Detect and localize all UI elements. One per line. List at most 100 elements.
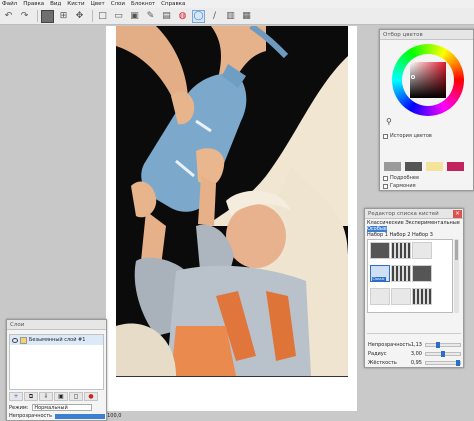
merge-layer-button[interactable]: ⇩: [39, 392, 53, 401]
hue-wheel[interactable]: [392, 44, 464, 116]
opacity-slider[interactable]: [425, 342, 461, 348]
menu-notepad[interactable]: Блокнот: [131, 0, 155, 8]
lasso-icon[interactable]: ∕: [208, 10, 221, 23]
canvas-border-line: [116, 376, 348, 377]
layer-opacity-row: Непрозрачность 100,0: [9, 413, 121, 419]
brush-list-panel: Редактор списка кистей × Классические Эк…: [364, 208, 464, 368]
brush-item[interactable]: [369, 288, 390, 306]
layer-list: Безымянный слой #1: [9, 334, 104, 390]
hardness-value[interactable]: 0,95: [406, 360, 422, 366]
brush-item[interactable]: [390, 241, 411, 259]
history-label: История цветов: [390, 133, 432, 139]
toolbar-separator: [37, 10, 38, 22]
radius-slider[interactable]: [425, 351, 461, 357]
layers-panel-title: Слои: [7, 320, 106, 330]
delete-layer-button[interactable]: ●: [84, 392, 98, 401]
menu-file[interactable]: Файл: [2, 0, 17, 8]
transform-icon[interactable]: ⊞: [57, 10, 70, 23]
swatch-dark[interactable]: [405, 162, 422, 171]
brush-opacity-row: Непрозрачность 1,13: [368, 341, 461, 349]
brush-item-selected[interactable]: Classic: [369, 264, 390, 282]
slider-knob[interactable]: [455, 360, 460, 366]
details-toggle[interactable]: Подробнее: [383, 175, 419, 181]
menu-view[interactable]: Вид: [50, 0, 61, 8]
layers-panel: Слои Безымянный слой #1 + ⧉ ⇩ ▣ ◻ ● Режи…: [6, 319, 121, 421]
brush-hardness-row: Жёсткость 0,95: [368, 359, 461, 367]
brush-tag: Classic: [371, 276, 386, 281]
checkbox[interactable]: [383, 175, 388, 181]
slider-knob[interactable]: [441, 351, 446, 357]
clear-layer-button[interactable]: ◻: [69, 392, 83, 401]
brush-item[interactable]: [390, 288, 411, 306]
toolbar: ↶ ↷ ⊞ ✥ □ ▭ ▣ ✎ ▤ ◍ ◯ ∕ ▥ ▦: [0, 8, 474, 25]
brush-settings-icon[interactable]: ▥: [224, 10, 237, 23]
eyedropper-icon[interactable]: ⚲: [386, 117, 392, 126]
brush-item[interactable]: [411, 264, 432, 282]
image-icon[interactable]: ▣: [128, 10, 141, 23]
blend-mode-row: Режим: Нормальный: [9, 404, 93, 411]
checkbox[interactable]: [383, 183, 388, 189]
scroll-thumb[interactable]: [455, 240, 458, 260]
brush-item[interactable]: [369, 241, 390, 259]
menubar: Файл Правка Вид Кисти Цвет Слои Блокнот …: [0, 0, 474, 8]
color-icon[interactable]: ◍: [176, 10, 189, 23]
menu-edit[interactable]: Правка: [23, 0, 44, 8]
hardness-slider[interactable]: [425, 360, 461, 366]
canvas-artwork[interactable]: [116, 26, 348, 376]
brush-radius-row: Радиус 3,00: [368, 350, 461, 358]
new-icon[interactable]: □: [96, 10, 109, 23]
color-history-toggle[interactable]: История цветов: [383, 133, 432, 139]
layer-opacity-label: Непрозрачность: [9, 413, 53, 419]
face: [226, 204, 286, 268]
color-panel-title: Отбор цветов: [380, 30, 473, 40]
radius-value[interactable]: 3,00: [406, 351, 422, 357]
brush-tool-icon[interactable]: ◯: [192, 9, 205, 23]
layer-thumbnail: [20, 336, 27, 344]
redo-icon[interactable]: ↷: [18, 10, 31, 23]
color-swatch[interactable]: [41, 9, 54, 23]
save-icon[interactable]: ▭: [112, 10, 125, 23]
move-icon[interactable]: ✥: [73, 10, 86, 23]
swatch-gray[interactable]: [384, 162, 401, 171]
blend-mode-select[interactable]: Нормальный: [32, 404, 93, 411]
brush-set-tabs[interactable]: Набор 1 Набор 2 Набор 3: [367, 232, 433, 238]
details-label: Подробнее: [390, 175, 420, 181]
layer-opacity-value[interactable]: 100,0: [107, 413, 121, 419]
opacity-value[interactable]: 1,13: [406, 342, 422, 348]
add-layer-button[interactable]: +: [9, 392, 23, 401]
menu-color[interactable]: Цвет: [91, 0, 105, 8]
swatch-cream[interactable]: [426, 162, 443, 171]
saturation-value-square[interactable]: [410, 62, 446, 98]
color-history-swatches: [384, 162, 468, 171]
brush-scrollbar[interactable]: [454, 239, 459, 313]
painting: [116, 26, 348, 376]
undo-icon[interactable]: ↶: [2, 10, 15, 23]
slider-knob[interactable]: [436, 342, 441, 348]
layer-row[interactable]: Безымянный слой #1: [10, 335, 103, 345]
eye-icon[interactable]: [12, 337, 18, 343]
brush-item[interactable]: [411, 288, 432, 306]
layer-name: Безымянный слой #1: [29, 337, 86, 343]
brush-item[interactable]: [390, 264, 411, 282]
brush-categories: Классические Экспериментальные Особые На…: [365, 219, 463, 239]
harmony-toggle[interactable]: Гармония: [383, 183, 416, 189]
brush-panel-title: Редактор списка кистей ×: [365, 209, 463, 219]
duplicate-layer-button[interactable]: ⧉: [24, 392, 38, 401]
menu-help[interactable]: Справка: [161, 0, 185, 8]
layer-actions: + ⧉ ⇩ ▣ ◻ ●: [9, 392, 99, 401]
harmony-label: Гармония: [390, 183, 416, 189]
hardness-label: Жёсткость: [368, 360, 397, 366]
layers-icon[interactable]: ▤: [160, 10, 173, 23]
checkbox[interactable]: [383, 133, 388, 139]
forearm-right: [198, 176, 216, 226]
layer-properties-button[interactable]: ▣: [54, 392, 68, 401]
menu-brushes[interactable]: Кисти: [67, 0, 84, 8]
layer-opacity-slider[interactable]: [55, 413, 106, 419]
brush-item[interactable]: [411, 241, 432, 259]
menu-layers[interactable]: Слои: [111, 0, 125, 8]
brush-icon[interactable]: ✎: [144, 10, 157, 23]
swatch-magenta[interactable]: [447, 162, 464, 171]
close-icon[interactable]: ×: [453, 210, 462, 218]
color-marker[interactable]: [411, 75, 415, 79]
layer-panel-icon[interactable]: ▦: [240, 10, 253, 23]
